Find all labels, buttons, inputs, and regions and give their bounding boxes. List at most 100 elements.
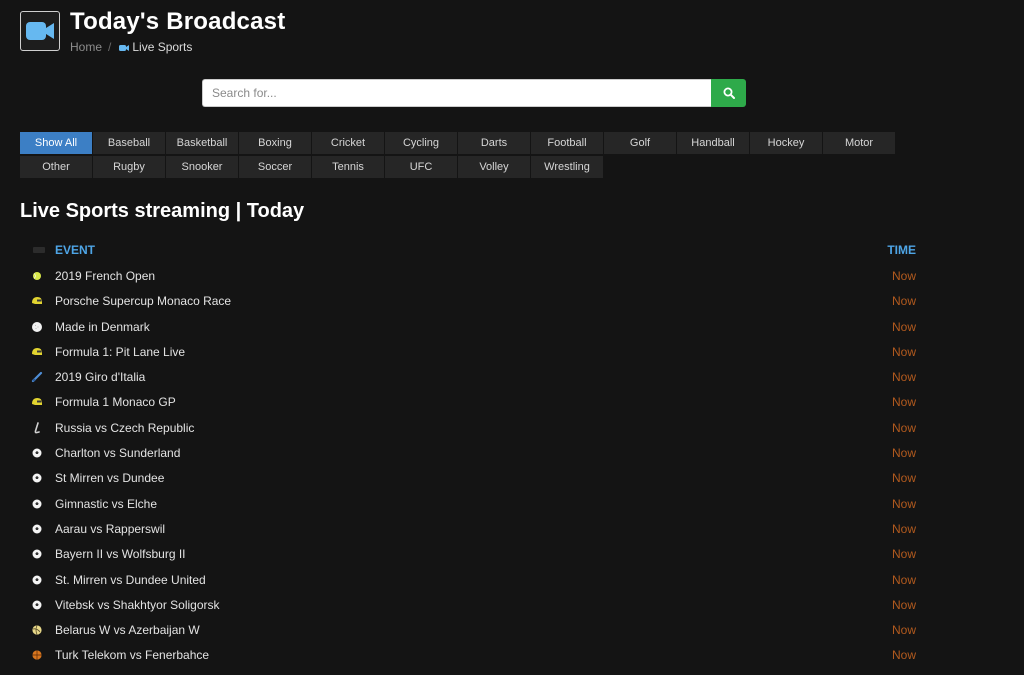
event-name-link[interactable]: Charlton vs Sunderland: [55, 446, 180, 460]
volleyball-icon: [32, 625, 42, 635]
filter-button-other[interactable]: Other: [20, 156, 92, 178]
breadcrumb-home-link[interactable]: Home: [70, 40, 102, 54]
filter-button-tennis[interactable]: Tennis: [312, 156, 384, 178]
soccer-ball-icon: [32, 575, 42, 585]
event-time: Now: [891, 597, 916, 612]
table-row[interactable]: Formula 1 Monaco GP Now: [20, 390, 920, 415]
event-time: Now: [891, 521, 916, 536]
cycling-icon: [31, 372, 43, 383]
table-row[interactable]: Aarau vs Rapperswil Now: [20, 517, 920, 542]
event-name-link[interactable]: Formula 1 Monaco GP: [55, 395, 176, 409]
filter-row: Show All Baseball Basketball Boxing Cricket C…: [20, 132, 900, 154]
filter-button-ufc[interactable]: UFC: [385, 156, 457, 178]
event-name-link[interactable]: Russia vs Czech Republic: [55, 421, 194, 435]
event-name-link[interactable]: Turk Telekom vs Fenerbahce: [55, 648, 209, 662]
soccer-ball-icon: [32, 600, 42, 610]
table-row[interactable]: St. Mirren vs Dundee United Now: [20, 568, 920, 593]
event-name-link[interactable]: Vitebsk vs Shakhtyor Soligorsk: [55, 598, 220, 612]
event-time: Now: [891, 648, 916, 663]
event-time: Now: [891, 395, 916, 410]
event-time: Now: [891, 623, 916, 638]
filter-button-show-all[interactable]: Show All: [20, 132, 92, 154]
table-row[interactable]: Charlton vs Sunderland Now: [20, 441, 920, 466]
table-row[interactable]: Formula 1: Pit Lane Live Now: [20, 340, 920, 365]
breadcrumb-current-label: Live Sports: [132, 40, 193, 54]
breadcrumb-current: Live Sports: [119, 40, 192, 54]
section-title: Live Sports streaming | Today: [20, 200, 305, 222]
event-name-link[interactable]: Porsche Supercup Monaco Race: [55, 294, 231, 308]
header-icon: [33, 247, 45, 253]
event-name-link[interactable]: Gimnastic vs Elche: [55, 497, 157, 511]
basketball-icon: [32, 650, 42, 661]
filter-button-darts[interactable]: Darts: [458, 132, 530, 154]
event-name-link[interactable]: 2019 Giro d'Italia: [55, 370, 145, 384]
helmet-icon: [32, 347, 42, 355]
table-row[interactable]: 2019 French Open Now: [20, 264, 920, 289]
event-time: Now: [891, 344, 916, 359]
event-time: Now: [891, 446, 916, 461]
event-name-link[interactable]: 2019 French Open: [55, 269, 155, 283]
hockey-stick-icon: [34, 421, 40, 434]
column-header-event[interactable]: EVENT: [55, 243, 95, 257]
event-name-link[interactable]: Aarau vs Rapperswil: [55, 522, 165, 536]
table-row[interactable]: Bayern II vs Wolfsburg II Now: [20, 542, 920, 567]
table-row[interactable]: 2019 Giro d'Italia Now: [20, 365, 920, 390]
video-camera-icon: [119, 44, 130, 51]
tennis-ball-icon: [33, 272, 41, 280]
table-row[interactable]: Porsche Supercup Monaco Race Now: [20, 289, 920, 314]
breadcrumb: Home / Live Sports: [70, 40, 192, 54]
soccer-ball-icon: [32, 549, 42, 559]
soccer-ball-icon: [32, 473, 42, 483]
filter-button-golf[interactable]: Golf: [604, 132, 676, 154]
event-time: Now: [891, 294, 916, 309]
filter-button-basketball[interactable]: Basketball: [166, 132, 238, 154]
table-header: EVENT TIME: [20, 243, 920, 259]
filter-button-wrestling[interactable]: Wrestling: [531, 156, 603, 178]
filter-button-volley[interactable]: Volley: [458, 156, 530, 178]
event-name-link[interactable]: Bayern II vs Wolfsburg II: [55, 547, 186, 561]
filter-button-baseball[interactable]: Baseball: [93, 132, 165, 154]
site-logo[interactable]: [20, 11, 60, 51]
event-list: 2019 French Open Now Porsche Supercup Mona…: [20, 264, 920, 669]
soccer-ball-icon: [32, 524, 42, 534]
event-time: Now: [891, 496, 916, 511]
filter-button-cycling[interactable]: Cycling: [385, 132, 457, 154]
helmet-icon: [32, 398, 42, 406]
table-row[interactable]: Russia vs Czech Republic Now: [20, 416, 920, 441]
video-camera-icon: [26, 22, 54, 40]
column-header-time[interactable]: TIME: [887, 243, 916, 257]
event-time: Now: [891, 319, 916, 334]
breadcrumb-separator: /: [108, 40, 112, 54]
filter-row: Other Rugby Snooker Soccer Tennis UFC Volley Wr…: [20, 156, 900, 178]
soccer-ball-icon: [32, 499, 42, 509]
table-row[interactable]: Gimnastic vs Elche Now: [20, 492, 920, 517]
event-time: Now: [891, 471, 916, 486]
filter-button-handball[interactable]: Handball: [677, 132, 749, 154]
event-name-link[interactable]: Formula 1: Pit Lane Live: [55, 345, 185, 359]
search-input[interactable]: [202, 79, 711, 107]
search-button[interactable]: [711, 79, 746, 107]
table-row[interactable]: Vitebsk vs Shakhtyor Soligorsk Now: [20, 593, 920, 618]
soccer-ball-icon: [32, 448, 42, 458]
event-time: Now: [891, 420, 916, 435]
filter-button-football[interactable]: Football: [531, 132, 603, 154]
table-row[interactable]: Made in Denmark Now: [20, 315, 920, 340]
helmet-icon: [32, 297, 42, 305]
filter-button-cricket[interactable]: Cricket: [312, 132, 384, 154]
event-name-link[interactable]: Made in Denmark: [55, 320, 150, 334]
table-row[interactable]: Turk Telekom vs Fenerbahce Now: [20, 643, 920, 668]
filter-button-motor[interactable]: Motor: [823, 132, 895, 154]
event-time: Now: [891, 269, 916, 283]
filter-button-soccer[interactable]: Soccer: [239, 156, 311, 178]
sport-filters: Show All Baseball Basketball Boxing Cricket C…: [20, 132, 900, 180]
event-name-link[interactable]: St. Mirren vs Dundee United: [55, 573, 206, 587]
event-time: Now: [891, 572, 916, 587]
filter-button-hockey[interactable]: Hockey: [750, 132, 822, 154]
table-row[interactable]: St Mirren vs Dundee Now: [20, 466, 920, 491]
table-row[interactable]: Belarus W vs Azerbaijan W Now: [20, 618, 920, 643]
filter-button-boxing[interactable]: Boxing: [239, 132, 311, 154]
filter-button-snooker[interactable]: Snooker: [166, 156, 238, 178]
filter-button-rugby[interactable]: Rugby: [93, 156, 165, 178]
event-name-link[interactable]: Belarus W vs Azerbaijan W: [55, 623, 200, 637]
event-name-link[interactable]: St Mirren vs Dundee: [55, 471, 164, 485]
